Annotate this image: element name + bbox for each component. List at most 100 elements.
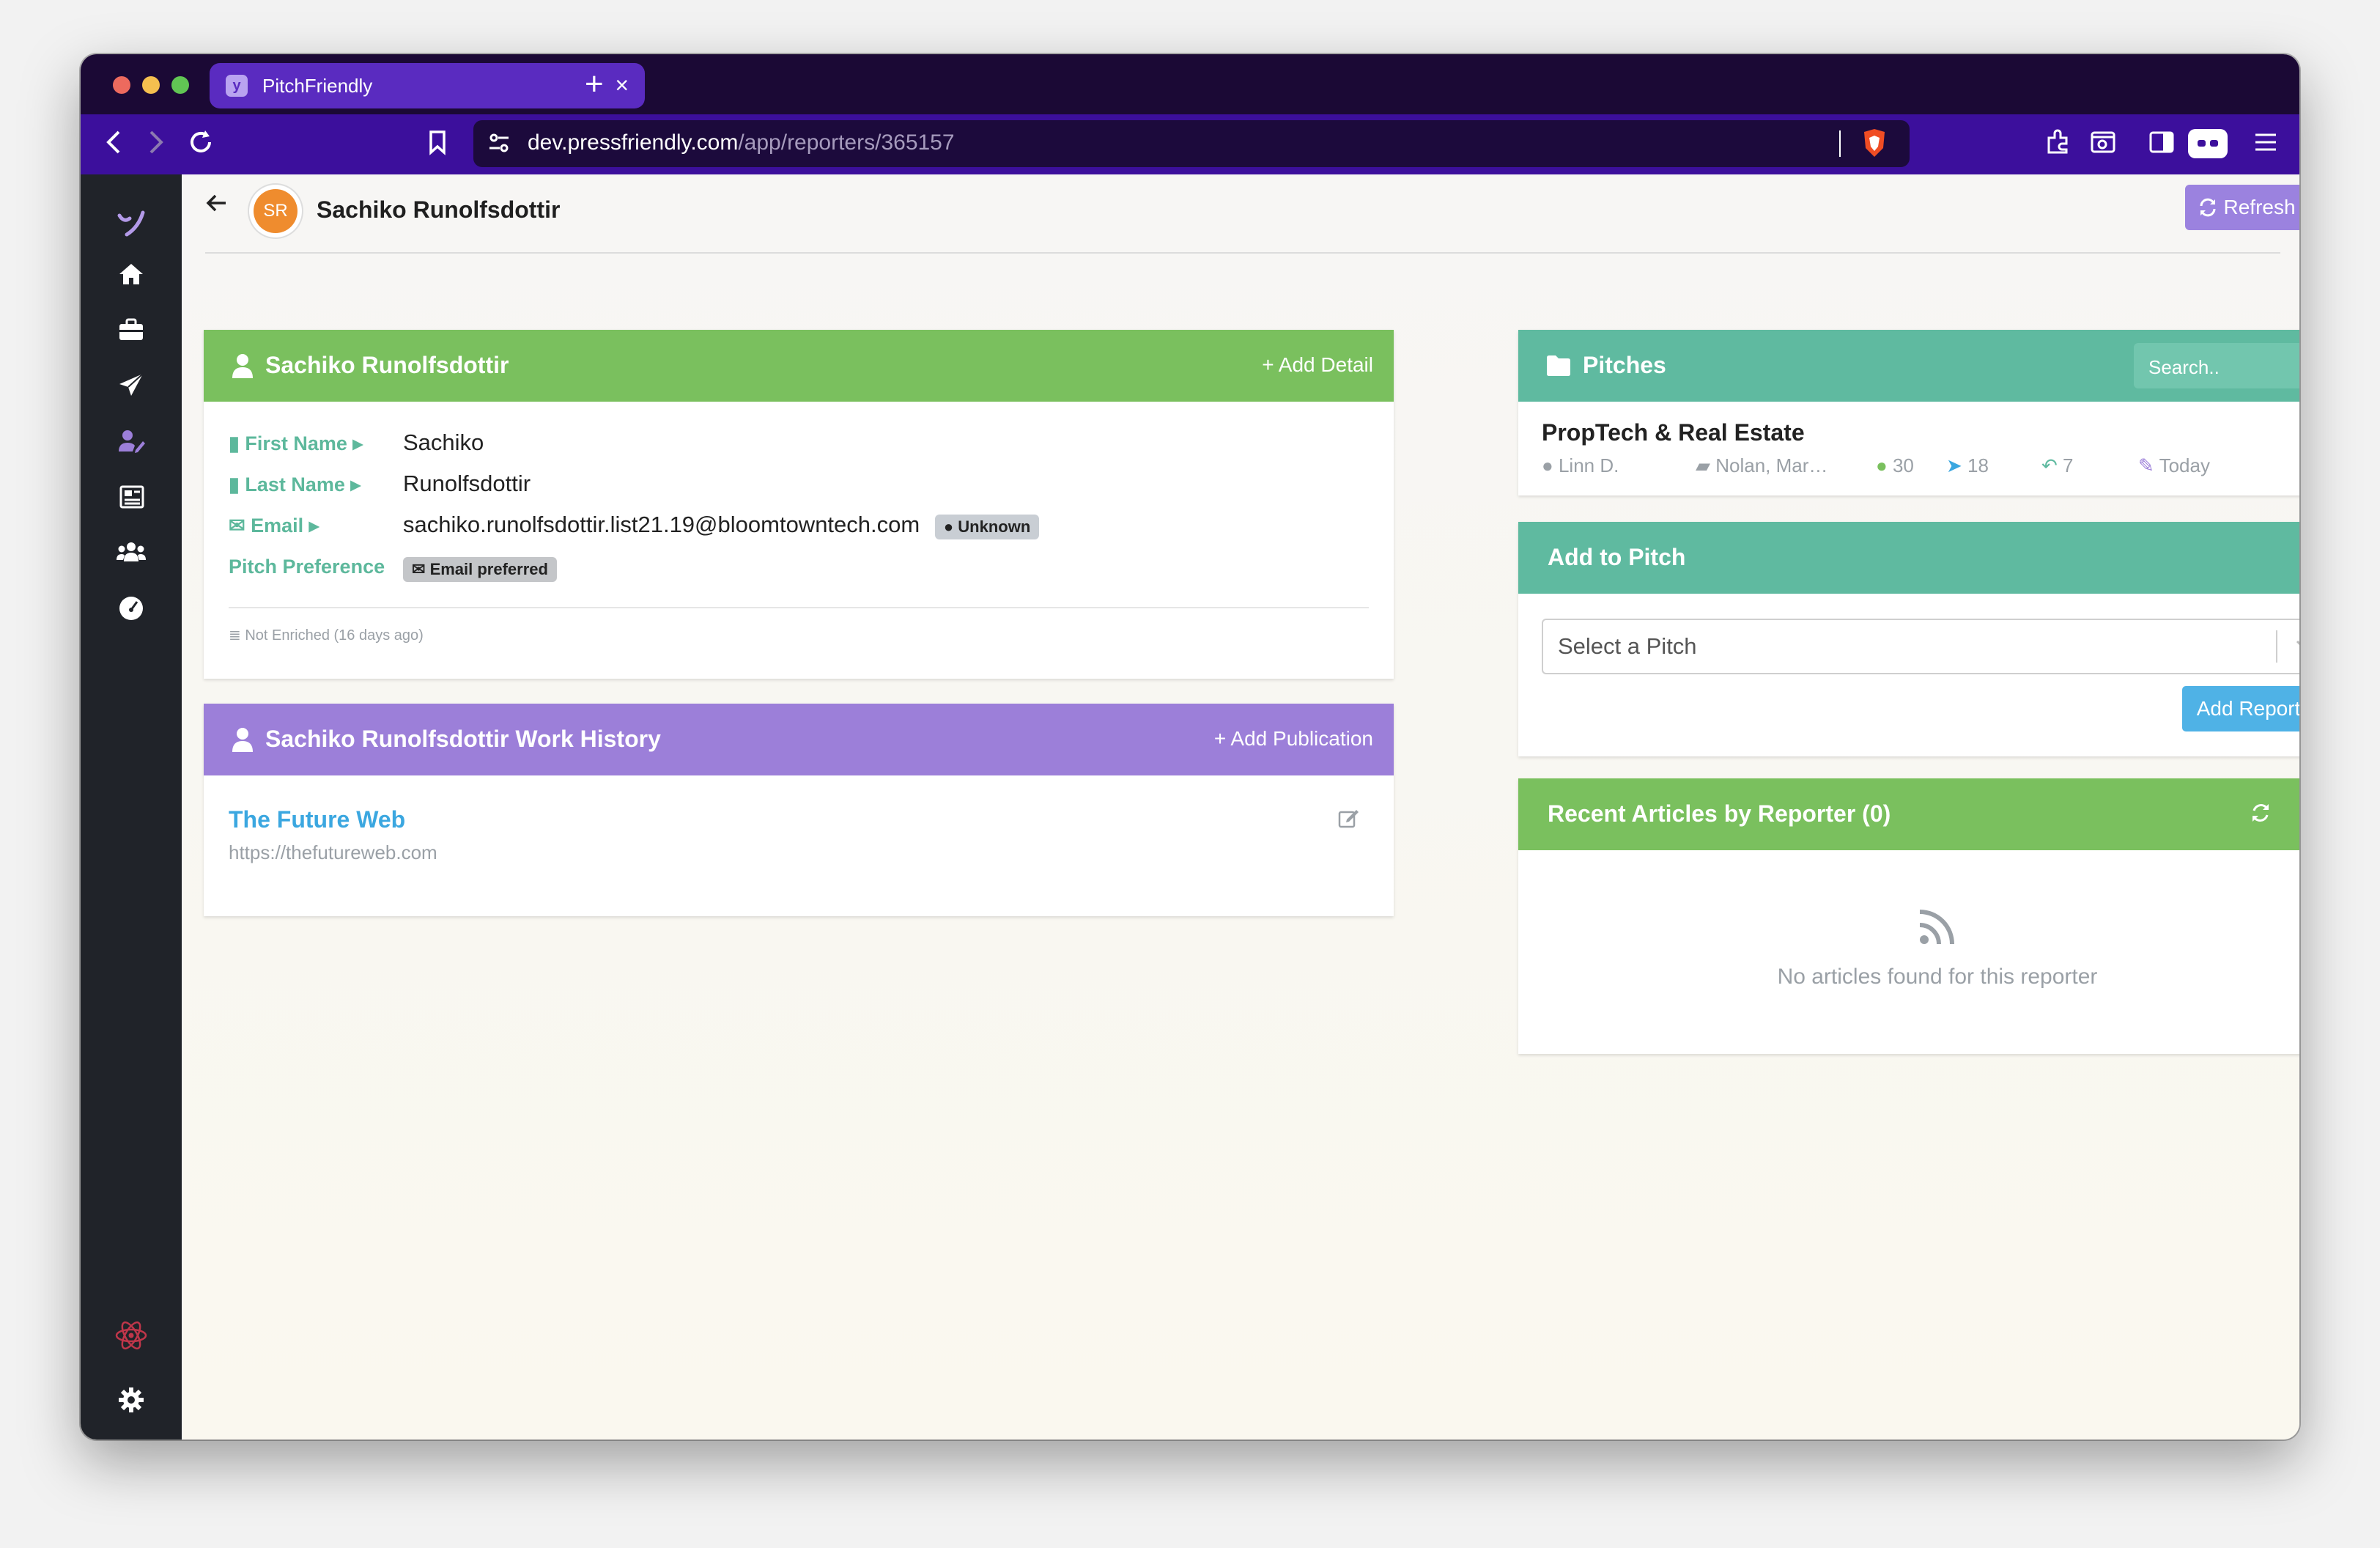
rss-icon	[1919, 910, 1954, 945]
briefcase-icon[interactable]	[81, 315, 182, 353]
add-reporter-button[interactable]: Add Reporter	[2182, 686, 2299, 731]
recent-articles-card: Recent Articles by Reporter (0) No artic…	[1518, 778, 2299, 1054]
paper-plane-icon[interactable]	[81, 371, 182, 409]
pitch-company: ▰ Nolan, Mar…	[1696, 454, 1828, 476]
pitch-preference-badge: ✉ Email preferred	[403, 557, 557, 582]
refresh-data-label: Refresh Data	[2223, 196, 2299, 218]
recent-articles-header[interactable]: Recent Articles by Reporter (0)	[1518, 778, 2299, 850]
extensions-icon[interactable]	[2043, 128, 2072, 163]
site-settings-icon[interactable]	[487, 130, 511, 159]
settings-gear-icon[interactable]	[81, 1385, 182, 1423]
add-detail-button[interactable]: + Add Detail	[1262, 353, 1373, 377]
email-label[interactable]: ✉ Email ▸	[229, 515, 319, 537]
reporters-icon[interactable]	[81, 427, 182, 465]
last-name-label[interactable]: ▮ Last Name ▸	[229, 473, 361, 496]
no-articles-message: No articles found for this reporter	[1777, 965, 2098, 989]
bookmark-icon[interactable]	[426, 128, 448, 163]
address-bar[interactable]: dev.pressfriendly.com/app/reporters/3651…	[473, 120, 1910, 167]
envelope-icon: ✉	[412, 560, 426, 578]
home-icon[interactable]	[81, 259, 182, 298]
reader-mode-icon[interactable]	[2188, 129, 2228, 158]
pitch-replies-count: ↶ 7	[2041, 454, 2074, 476]
briefcase-small-icon: ▰	[1696, 454, 1710, 476]
pencil-icon: ✎	[2138, 454, 2154, 476]
work-history-title: Sachiko Runolfsdottir Work History	[265, 726, 661, 752]
minimize-window-button[interactable]	[142, 76, 160, 94]
url-path: /app/reporters/365157	[738, 130, 955, 155]
url-domain: dev.pressfriendly.com	[528, 130, 739, 155]
close-window-button[interactable]	[113, 76, 130, 94]
forward-nav-icon[interactable]	[145, 128, 167, 163]
select-divider	[2276, 630, 2277, 663]
enrichment-status: ≣ Not Enriched (16 days ago)	[229, 627, 424, 644]
url-text[interactable]: dev.pressfriendly.com/app/reporters/3651…	[528, 130, 955, 155]
pitch-preference-value: ✉ Email preferred	[403, 554, 557, 582]
pitch-sent-count: ➤ 18	[1946, 454, 1989, 476]
refresh-data-button[interactable]: Refresh Data	[2185, 185, 2299, 230]
zoom-window-button[interactable]	[171, 76, 189, 94]
question-circle-icon: ●	[943, 517, 954, 536]
user-circle-icon: ●	[1542, 454, 1553, 476]
pitch-select-placeholder: Select a Pitch	[1558, 633, 1697, 659]
back-nav-icon[interactable]	[103, 128, 125, 163]
avatar: SR	[254, 189, 298, 233]
details-card-title: Sachiko Runolfsdottir	[265, 352, 509, 378]
browser-window: y PitchFriendly × + dev.pressfriendly.co…	[81, 54, 2299, 1440]
url-divider	[1839, 130, 1841, 157]
add-to-pitch-card: Add to Pitch Select a Pitch Add Reporter	[1518, 522, 2299, 756]
browser-tab[interactable]: y PitchFriendly ×	[210, 63, 645, 108]
work-history-header: Sachiko Runolfsdottir Work History + Add…	[204, 704, 1394, 775]
sidebar-toggle-icon[interactable]	[2147, 128, 2176, 163]
add-to-pitch-header[interactable]: Add to Pitch	[1518, 522, 2299, 594]
id-card-icon: ▮	[229, 432, 240, 454]
back-arrow-icon[interactable]	[204, 188, 230, 224]
last-name-value: Runolfsdottir	[403, 471, 531, 496]
page-title: Sachiko Runolfsdottir	[317, 196, 561, 223]
users-icon[interactable]	[81, 538, 182, 576]
paper-plane-small-icon: ➤	[1946, 454, 1962, 476]
sync-icon[interactable]	[2250, 802, 2272, 824]
add-publication-button[interactable]: + Add Publication	[1214, 727, 1373, 751]
database-icon: ≣	[229, 627, 241, 644]
work-history-card: Sachiko Runolfsdottir Work History + Add…	[204, 704, 1394, 916]
menu-icon[interactable]	[2251, 128, 2280, 163]
id-card-icon: ▮	[229, 473, 240, 495]
tab-bar: y PitchFriendly × +	[81, 54, 2299, 114]
first-name-label[interactable]: ▮ First Name ▸	[229, 432, 363, 455]
newspaper-icon[interactable]	[81, 482, 182, 520]
reporter-details-card: Sachiko Runolfsdottir + Add Detail ▮ Fir…	[204, 330, 1394, 679]
atom-icon[interactable]	[81, 1318, 182, 1362]
pitches-header: Pitches Search..	[1518, 330, 2299, 402]
envelope-icon: ✉	[229, 515, 245, 537]
brave-shields-icon[interactable]	[1861, 128, 1888, 162]
publication-url: https://thefutureweb.com	[229, 841, 437, 863]
pitches-search-input[interactable]: Search..	[2134, 343, 2299, 388]
favicon-icon: y	[226, 75, 248, 97]
browser-toolbar: dev.pressfriendly.com/app/reporters/3651…	[81, 114, 2299, 174]
first-name-value: Sachiko	[403, 430, 484, 455]
folder-icon	[1547, 355, 1570, 376]
refresh-icon	[2200, 198, 2216, 217]
caret-right-icon: ▸	[352, 432, 363, 454]
user-edit-icon: ●	[1876, 454, 1888, 476]
pitches-card: Pitches Search.. PropTech & Real Estate …	[1518, 330, 2299, 495]
email-value: sachiko.runolfsdottir.list21.19@bloomtow…	[403, 512, 1040, 539]
pitch-preference-label: Pitch Preference	[229, 556, 385, 578]
reload-icon[interactable]	[186, 128, 215, 163]
dashboard-gauge-icon[interactable]	[81, 594, 182, 632]
screenshot-search-icon[interactable]	[2088, 128, 2118, 163]
pitch-item-name[interactable]: PropTech & Real Estate	[1542, 419, 1805, 446]
tab-close-icon[interactable]: ×	[615, 73, 629, 97]
new-tab-icon[interactable]: +	[585, 66, 604, 103]
pitches-title: Pitches	[1583, 352, 1666, 378]
pitch-select[interactable]: Select a Pitch	[1542, 619, 2299, 674]
add-to-pitch-title: Add to Pitch	[1548, 544, 1686, 570]
caret-right-icon: ▸	[350, 473, 361, 495]
caret-right-icon: ▸	[308, 515, 319, 537]
select-chevron-icon[interactable]	[2295, 639, 2299, 652]
edit-icon[interactable]	[1337, 806, 1360, 833]
email-address: sachiko.runolfsdottir.list21.19@bloomtow…	[403, 512, 920, 537]
publication-name-link[interactable]: The Future Web	[229, 806, 405, 833]
pitch-item-meta: ● Linn D. ▰ Nolan, Mar… ● 30 ➤ 18 ↶ 7 ✎ …	[1542, 454, 2299, 478]
app-logo-icon[interactable]	[81, 205, 182, 249]
